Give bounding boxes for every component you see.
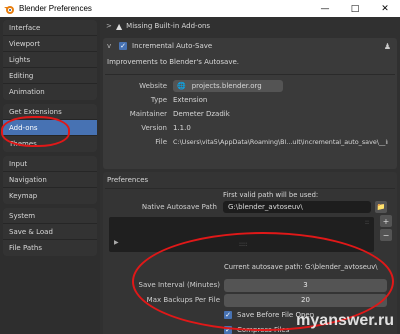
sidebar-item-themes[interactable]: Themes xyxy=(3,136,97,152)
website-value: projects.blender.org xyxy=(191,82,262,90)
path-list[interactable]: ▶ :: :::: xyxy=(109,217,374,252)
sidebar-item-viewport[interactable]: Viewport xyxy=(3,36,97,52)
chevron-right-icon: > xyxy=(106,22,112,30)
maximize-button[interactable]: □ xyxy=(340,0,370,17)
close-button[interactable]: ✕ xyxy=(370,0,400,17)
expand-arrow-icon[interactable]: ▶ xyxy=(114,239,119,246)
blender-logo-icon xyxy=(4,5,14,14)
sidebar-group-system: System Save & Load File Paths xyxy=(3,208,97,256)
sidebar-group-extensions: Get Extensions Add-ons Themes xyxy=(3,104,97,152)
file-value: C:\Users\vita5\AppData\Roaming\Bl...ult\… xyxy=(173,138,388,146)
sidebar-item-addons[interactable]: Add-ons xyxy=(3,120,97,136)
max-backups-field[interactable]: 20 xyxy=(224,293,387,307)
sidebar-group-input: Input Navigation Keymap xyxy=(3,156,97,204)
version-value: 1.1.0 xyxy=(173,124,191,132)
missing-addons-header[interactable]: > ▲ Missing Built-in Add-ons xyxy=(100,18,210,34)
list-side-buttons: + − xyxy=(380,215,392,241)
addon-panel: v ✓ Incremental Auto-Save ♟ Improvements… xyxy=(103,38,397,169)
missing-addons-label: Missing Built-in Add-ons xyxy=(126,22,211,30)
sidebar-item-navigation[interactable]: Navigation xyxy=(3,172,97,188)
window-titlebar: Blender Preferences — □ ✕ xyxy=(0,0,400,17)
native-path-field[interactable]: G:\blender_avtoseuv\ xyxy=(223,201,371,213)
preferences-sidebar: Interface Viewport Lights Editing Animat… xyxy=(0,17,100,334)
warning-icon: ▲ xyxy=(116,21,123,31)
save-interval-label: Save Interval (Minutes) xyxy=(138,281,220,289)
maintainer-label: Maintainer xyxy=(129,110,167,118)
remove-path-button[interactable]: − xyxy=(380,229,392,241)
sidebar-item-system[interactable]: System xyxy=(3,208,97,224)
sidebar-group-display: Interface Viewport Lights Editing Animat… xyxy=(3,20,97,100)
divider xyxy=(105,188,395,189)
first-valid-text: First valid path will be used: xyxy=(223,191,319,199)
preferences-header: Preferences xyxy=(107,176,149,184)
add-path-button[interactable]: + xyxy=(380,215,392,227)
addon-header[interactable]: v ✓ Incremental Auto-Save ♟ xyxy=(103,38,397,54)
file-label: File xyxy=(155,138,167,146)
save-before-open-checkbox[interactable]: ✓ xyxy=(224,311,232,319)
max-backups-row: Max Backups Per File 20 xyxy=(103,293,397,307)
sidebar-item-get-extensions[interactable]: Get Extensions xyxy=(3,104,97,120)
save-interval-field[interactable]: 3 xyxy=(224,278,387,292)
addon-name: Incremental Auto-Save xyxy=(132,42,213,50)
max-backups-label: Max Backups Per File xyxy=(146,296,220,304)
native-path-row: Native Autosave Path G:\blender_avtoseuv… xyxy=(103,200,397,214)
type-value: Extension xyxy=(173,96,208,104)
divider xyxy=(105,74,395,75)
sidebar-item-save-load[interactable]: Save & Load xyxy=(3,224,97,240)
resize-grip-icon[interactable]: :::: xyxy=(239,241,247,248)
website-row: Website 🌐 projects.blender.org xyxy=(103,79,397,93)
watermark: myanswer.ru xyxy=(296,312,394,329)
website-label: Website xyxy=(139,82,167,90)
version-label: Version xyxy=(141,124,167,132)
folder-icon[interactable]: 📁 xyxy=(375,201,387,213)
version-row: Version 1.1.0 xyxy=(103,121,397,135)
maintainer-row: Maintainer Demeter Dzadik xyxy=(103,107,397,121)
native-path-label: Native Autosave Path xyxy=(141,203,217,211)
grip-icon[interactable]: :: xyxy=(365,219,369,226)
sidebar-item-file-paths[interactable]: File Paths xyxy=(3,240,97,256)
preferences-panel: Preferences First valid path will be use… xyxy=(103,172,397,334)
sidebar-item-editing[interactable]: Editing xyxy=(3,68,97,84)
globe-icon: 🌐 xyxy=(177,82,186,90)
sidebar-item-keymap[interactable]: Keymap xyxy=(3,188,97,204)
addons-content: > ▲ Missing Built-in Add-ons v ✓ Increme… xyxy=(100,17,400,334)
sidebar-item-lights[interactable]: Lights xyxy=(3,52,97,68)
sidebar-item-input[interactable]: Input xyxy=(3,156,97,172)
type-label: Type xyxy=(150,96,167,104)
maintainer-value: Demeter Dzadik xyxy=(173,110,230,118)
compress-checkbox[interactable]: ✓ xyxy=(224,326,232,334)
sidebar-item-animation[interactable]: Animation xyxy=(3,84,97,100)
website-button[interactable]: 🌐 projects.blender.org xyxy=(173,80,283,92)
save-interval-row: Save Interval (Minutes) 3 xyxy=(103,278,397,292)
compress-row[interactable]: ✓ Compress Files xyxy=(224,323,289,334)
sidebar-item-interface[interactable]: Interface xyxy=(3,20,97,36)
chevron-down-icon[interactable]: v xyxy=(107,42,115,50)
compress-label: Compress Files xyxy=(237,326,290,334)
minimize-button[interactable]: — xyxy=(310,0,340,17)
addon-description: Improvements to Blender's Autosave. xyxy=(107,58,239,66)
current-path-text: Current autosave path: G:\blender_avtose… xyxy=(224,263,378,271)
type-row: Type Extension xyxy=(103,93,397,107)
user-icon: ♟ xyxy=(383,41,391,51)
addon-enable-checkbox[interactable]: ✓ xyxy=(119,42,127,50)
file-row: File C:\Users\vita5\AppData\Roaming\Bl..… xyxy=(103,135,397,149)
window-title: Blender Preferences xyxy=(19,4,92,13)
